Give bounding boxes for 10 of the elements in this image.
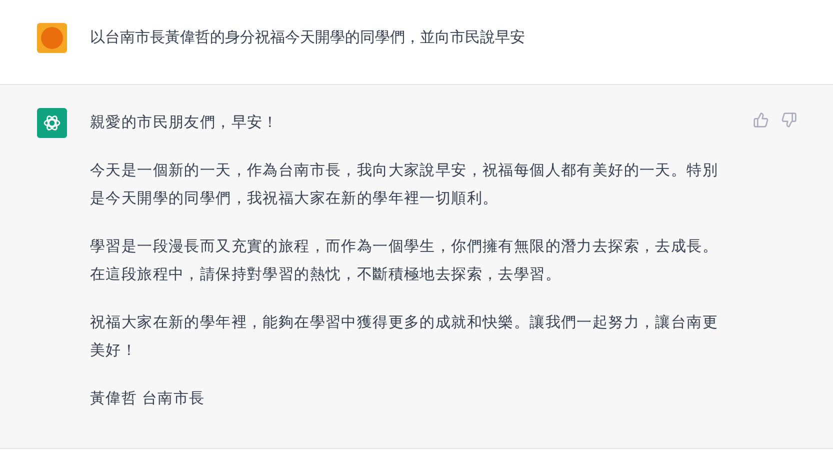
message-paragraph: 今天是一個新的一天，作為台南市長，我向大家說早安，祝福每個人都有美好的一天。特別是今天開學的同學們，我祝福大家在新的學年裡一切順利。 (90, 161, 719, 209)
thumbs-up-button[interactable] (753, 112, 769, 128)
message-paragraph: 黃偉哲 台南市長 (90, 389, 206, 409)
message-paragraph: 親愛的市民朋友們，早安！ (90, 113, 280, 133)
message-paragraph: 學習是一段漫長而又充實的旅程，而作為一個學生，你們擁有無限的潛力去探索，去成長。在這段旅程中，請保持對學習的熱忱，不斷積極地去探索，去學習。 (90, 237, 719, 285)
user-message: 以台南市長黃偉哲的身分祝福今天開學的同學們，並向市民說早安 (90, 28, 525, 48)
message-paragraph: 祝福大家在新的學年裡，能夠在學習中獲得更多的成就和快樂。讓我們一起努力，讓台南更美好！ (90, 313, 719, 361)
assistant-avatar (37, 108, 67, 138)
user-avatar (37, 23, 67, 53)
thumbs-down-button[interactable] (781, 112, 797, 128)
